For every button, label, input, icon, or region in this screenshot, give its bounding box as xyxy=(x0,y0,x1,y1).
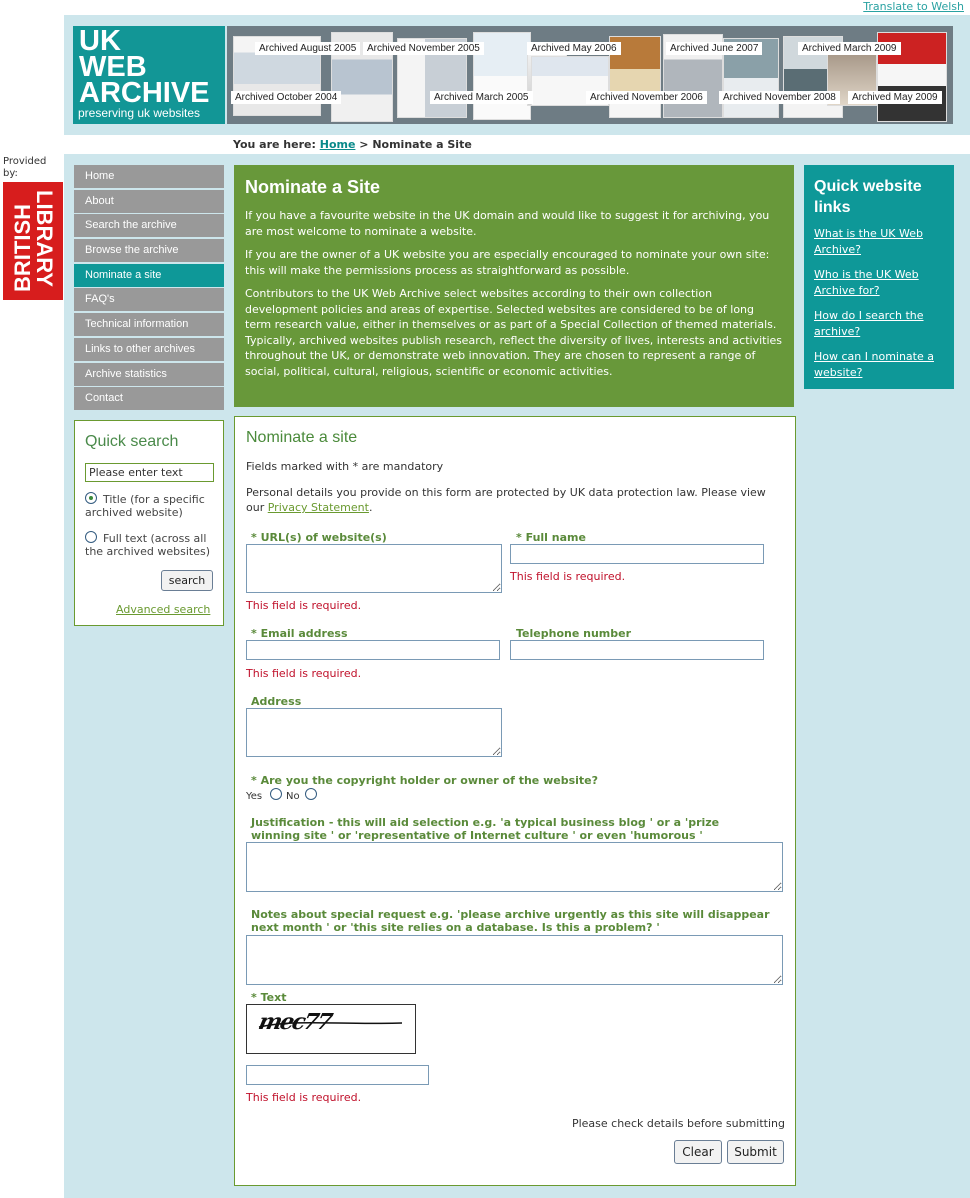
required-marker: * xyxy=(516,531,522,544)
quick-search-panel: Quick search Title (for a specific archi… xyxy=(74,420,224,626)
quick-search-input[interactable] xyxy=(85,463,214,482)
nav-item-links-to-other-archives[interactable]: Links to other archives xyxy=(74,337,224,361)
email-label-text: Email address xyxy=(260,627,348,640)
captcha-label-text: Text xyxy=(260,991,287,1004)
banner-label: Archived May 2009 xyxy=(848,91,942,104)
notes-label: Notes about special request e.g. 'please… xyxy=(251,908,770,934)
quick-link-who-is-it-for[interactable]: Who is the UK Web Archive for? xyxy=(814,267,944,298)
telephone-label: Telephone number xyxy=(516,627,632,640)
check-details-note: Please check details before submitting xyxy=(571,1117,785,1130)
yes-label: Yes xyxy=(246,791,263,802)
privacy-note-end: . xyxy=(368,501,373,514)
address-field[interactable] xyxy=(246,708,502,757)
required-marker: * xyxy=(251,627,257,640)
captcha-input[interactable] xyxy=(246,1065,429,1085)
title-option-label: Title (for a specific archived website) xyxy=(85,493,205,519)
logo-tagline: preserving uk websites xyxy=(78,106,201,120)
british-library-line2: LIBRARY xyxy=(32,190,57,287)
provided-by-label: Provided by: xyxy=(3,156,47,179)
nav-item-home[interactable]: Home xyxy=(74,165,224,188)
intro-paragraph-2: If you are the owner of a UK website you… xyxy=(245,248,770,277)
quick-links-panel: Quick website links What is the UK Web A… xyxy=(804,165,954,389)
nav-item-faqs[interactable]: FAQ's xyxy=(74,288,224,312)
url-error: This field is required. xyxy=(246,599,362,612)
copyright-label-text: Are you the copyright holder or owner of… xyxy=(260,774,599,787)
copyright-yes-radio[interactable] xyxy=(270,788,282,800)
captcha-label: * Text xyxy=(251,991,286,1004)
submit-button[interactable]: Submit xyxy=(727,1140,784,1164)
banner-label: Archived March 2005 xyxy=(430,91,533,104)
uk-web-archive-logo[interactable]: UK WEB ARCHIVE preserving uk websites xyxy=(73,26,225,124)
captcha-strike-line xyxy=(258,1021,403,1028)
intro-paragraph-1: If you have a favourite website in the U… xyxy=(245,209,770,238)
form-title: Nominate a site xyxy=(246,429,358,446)
justification-label: Justification - this will aid selection … xyxy=(251,816,720,842)
advanced-search-link[interactable]: Advanced search xyxy=(116,603,210,616)
nav-item-contact[interactable]: Contact xyxy=(74,387,224,411)
nav-item-nominate-a-site[interactable]: Nominate a site xyxy=(74,263,224,287)
fullname-label: * Full name xyxy=(516,531,586,544)
quick-link-how-nominate[interactable]: How can I nominate a website? xyxy=(814,349,944,380)
banner-label: Archived June 2007 xyxy=(666,42,763,55)
notes-field[interactable] xyxy=(246,935,783,985)
intro-paragraph-3: Contributors to the UK Web Archive selec… xyxy=(245,287,783,378)
nav-item-about[interactable]: About xyxy=(74,189,224,213)
banner-label: Archived March 2009 xyxy=(798,42,901,55)
quick-link-what-is[interactable]: What is the UK Web Archive? xyxy=(814,226,944,257)
breadcrumb-separator: > xyxy=(359,138,369,151)
banner-label: Archived August 2005 xyxy=(255,42,361,55)
url-field[interactable] xyxy=(246,544,502,593)
fullname-field[interactable] xyxy=(510,544,764,564)
nav-item-browse-the-archive[interactable]: Browse the archive xyxy=(74,239,224,263)
quick-link-how-search[interactable]: How do I search the archive? xyxy=(814,308,944,339)
banner-label: Archived May 2006 xyxy=(527,42,621,55)
email-label: * Email address xyxy=(251,627,348,640)
url-label-text: URL(s) of website(s) xyxy=(260,531,387,544)
breadcrumb-prefix: You are here: xyxy=(233,138,316,151)
required-marker: * xyxy=(251,531,257,544)
email-error: This field is required. xyxy=(246,667,362,680)
fullname-label-text: Full name xyxy=(525,531,586,544)
banner-label: Archived November 2006 xyxy=(586,91,707,104)
intro-panel: Nominate a Site If you have a favourite … xyxy=(234,165,794,407)
breadcrumb-current: Nominate a Site xyxy=(372,138,472,151)
nav-item-archive-statistics[interactable]: Archive statistics xyxy=(74,362,224,386)
privacy-note: Personal details you provide on this for… xyxy=(246,485,776,515)
logo-line-archive: ARCHIVE xyxy=(79,77,210,109)
page-title: Nominate a Site xyxy=(245,177,381,197)
url-label: * URL(s) of website(s) xyxy=(251,531,387,544)
privacy-statement-link[interactable]: Privacy Statement xyxy=(268,501,369,514)
banner-label: Archived November 2008 xyxy=(719,91,840,104)
email-field[interactable] xyxy=(246,640,500,660)
translate-welsh-link[interactable]: Translate to Welsh xyxy=(863,0,964,13)
banner-label: Archived November 2005 xyxy=(363,42,484,55)
address-label: Address xyxy=(251,695,302,708)
breadcrumb: You are here: Home > Nominate a Site xyxy=(233,138,472,151)
banner-label: Archived October 2004 xyxy=(231,91,342,104)
left-navigation: Home About Search the archive Browse the… xyxy=(74,165,224,412)
search-button[interactable]: search xyxy=(161,570,213,591)
copyright-no-radio[interactable] xyxy=(305,788,317,800)
breadcrumb-home-link[interactable]: Home xyxy=(320,138,356,151)
nav-item-search-the-archive[interactable]: Search the archive xyxy=(74,214,224,238)
justification-field[interactable] xyxy=(246,842,783,892)
no-label: No xyxy=(286,791,300,802)
captcha-image: mec77 xyxy=(246,1004,416,1054)
clear-button[interactable]: Clear xyxy=(674,1140,722,1164)
quick-links-heading: Quick website links xyxy=(814,178,922,216)
telephone-field[interactable] xyxy=(510,640,764,660)
required-marker: * xyxy=(251,774,257,787)
british-library-logo[interactable]: BRITISH LIBRARY xyxy=(3,182,63,300)
copyright-label: * Are you the copyright holder or owner … xyxy=(251,774,598,787)
nav-item-technical-information[interactable]: Technical information xyxy=(74,313,224,337)
mandatory-note: Fields marked with * are mandatory xyxy=(246,460,444,473)
captcha-error: This field is required. xyxy=(246,1091,362,1104)
archived-sites-banner: Archived August 2005 Archived November 2… xyxy=(227,26,953,124)
fulltext-option-label: Full text (across all the archived websi… xyxy=(85,532,211,558)
required-marker: * xyxy=(251,991,257,1004)
quick-search-heading: Quick search xyxy=(85,433,179,450)
fullname-error: This field is required. xyxy=(510,570,626,583)
nomination-form: Nominate a site Fields marked with * are… xyxy=(234,416,796,1186)
